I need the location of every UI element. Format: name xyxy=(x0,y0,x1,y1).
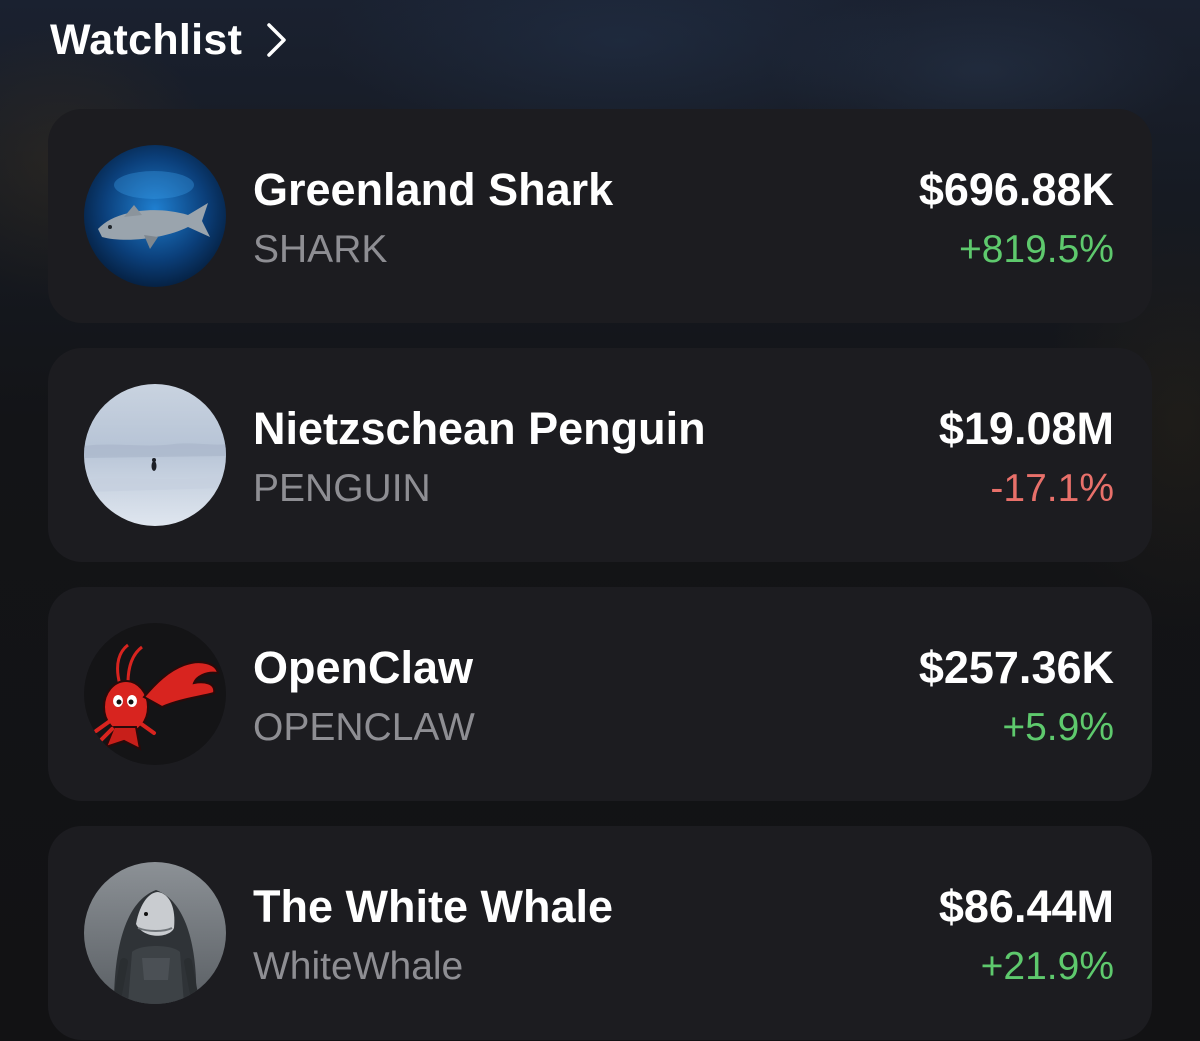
lobster-avatar xyxy=(84,623,226,765)
chevron-right-icon[interactable] xyxy=(266,22,288,58)
token-name: The White Whale xyxy=(253,881,613,932)
shark-avatar xyxy=(84,145,226,287)
token-price: $19.08M xyxy=(938,403,1114,454)
token-ticker: WhiteWhale xyxy=(253,945,464,988)
token-price: $86.44M xyxy=(938,881,1114,932)
penguin-avatar xyxy=(84,384,226,526)
token-ticker: SHARK xyxy=(253,228,388,271)
whale-warrior-avatar xyxy=(84,862,226,1004)
token-price: $696.88K xyxy=(918,164,1114,215)
token-ticker: PENGUIN xyxy=(253,467,431,510)
token-ticker: OPENCLAW xyxy=(253,706,475,749)
token-change: +819.5% xyxy=(958,228,1114,271)
watchlist-item-openclaw[interactable]: OpenClaw OPENCLAW $257.36K +5.9% xyxy=(48,587,1152,801)
token-price: $257.36K xyxy=(918,642,1114,693)
watchlist-item-whitewhale[interactable]: The White Whale WhiteWhale $86.44M +21.9… xyxy=(48,826,1152,1040)
token-change: +21.9% xyxy=(980,945,1114,988)
page-title: Watchlist xyxy=(50,15,243,64)
watchlist-item-penguin[interactable]: Nietzschean Penguin PENGUIN $19.08M -17.… xyxy=(48,348,1152,562)
watchlist-item-shark[interactable]: Greenland Shark SHARK $696.88K +819.5% xyxy=(48,109,1152,323)
token-name: Greenland Shark xyxy=(253,164,614,215)
token-change: -17.1% xyxy=(990,467,1114,510)
watchlist-header[interactable]: Watchlist xyxy=(50,10,288,70)
token-change: +5.9% xyxy=(1002,706,1114,749)
token-name: OpenClaw xyxy=(253,642,474,693)
token-name: Nietzschean Penguin xyxy=(253,403,706,454)
